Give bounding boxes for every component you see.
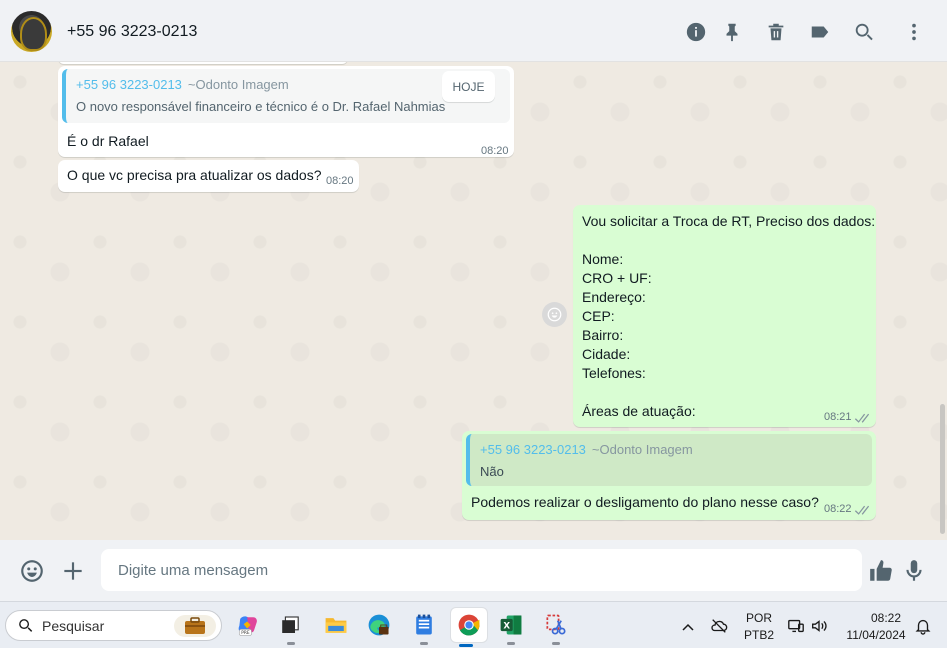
svg-text:PRE: PRE <box>241 630 250 636</box>
edge-icon[interactable] <box>364 610 394 640</box>
taskbar-search-text: Pesquisar <box>42 618 105 634</box>
svg-text:X: X <box>503 621 510 631</box>
running-indicator <box>459 644 473 647</box>
running-indicator <box>420 642 428 645</box>
message-bubble-partial <box>58 62 348 64</box>
message-line <box>582 383 875 402</box>
clock-time[interactable]: 08:22 <box>871 611 901 625</box>
menu-icon[interactable] <box>902 20 926 44</box>
chat-header: +55 96 3223-0213 <box>0 0 947 62</box>
message-text-multiline: Vou solicitar a Troca de RT, Preciso dos… <box>582 212 875 421</box>
date-separator: HOJE <box>442 71 495 102</box>
chrome-icon[interactable] <box>451 608 487 647</box>
running-indicator <box>287 642 295 645</box>
volume-icon[interactable] <box>810 617 828 635</box>
message-line: Vou solicitar a Troca de RT, Preciso dos… <box>582 213 876 229</box>
quoted-message[interactable]: +55 96 3223-0213 ~Odonto Imagem Não <box>466 434 872 486</box>
quoted-author-alias: ~Odonto Imagem <box>591 442 693 457</box>
message-composer <box>0 540 947 601</box>
message-line: Bairro: <box>582 327 624 343</box>
message-line: Cidade: <box>582 346 631 362</box>
emoji-icon[interactable] <box>18 557 46 585</box>
message-bubble-incoming[interactable]: O que vc precisa pra atualizar os dados?… <box>58 160 359 192</box>
language-indicator-bottom[interactable]: PTB2 <box>743 628 775 642</box>
message-input[interactable] <box>101 549 862 591</box>
notepad-icon[interactable] <box>409 610 439 645</box>
notification-bell-icon[interactable] <box>914 617 932 635</box>
microphone-icon[interactable] <box>900 557 928 585</box>
quoted-author: +55 96 3223-0213 ~Odonto Imagem <box>76 77 289 92</box>
message-time: 08:20 <box>326 175 354 187</box>
thumbs-up-icon[interactable] <box>867 557 895 585</box>
quoted-author-alias: ~Odonto Imagem <box>187 77 289 92</box>
network-icon[interactable] <box>787 617 805 635</box>
attach-plus-icon[interactable] <box>59 557 87 585</box>
message-time: 08:20 <box>481 145 509 157</box>
quoted-author: +55 96 3223-0213 ~Odonto Imagem <box>480 442 693 457</box>
copilot-icon[interactable]: PRE <box>233 610 263 640</box>
message-line: CRO + UF: <box>582 270 652 286</box>
chat-scrollbar[interactable] <box>940 404 945 534</box>
running-indicator <box>507 642 515 645</box>
message-text: Podemos realizar o desligamento do plano… <box>471 494 819 510</box>
snipping-tool-icon[interactable] <box>541 610 571 645</box>
search-icon <box>17 617 34 634</box>
windows-taskbar: Pesquisar PRE X POR PTB2 08:22 11/04/202… <box>0 601 947 648</box>
task-view-icon[interactable] <box>276 610 306 645</box>
file-explorer-icon[interactable] <box>321 610 351 640</box>
chat-area[interactable]: +55 96 3223-0213 ~Odonto Imagem O novo re… <box>0 62 947 540</box>
label-icon[interactable] <box>808 20 832 44</box>
quoted-author-number: +55 96 3223-0213 <box>480 442 586 457</box>
contact-avatar[interactable] <box>11 11 52 52</box>
message-line: Telefones: <box>582 365 646 381</box>
language-indicator-top[interactable]: POR <box>744 611 774 625</box>
chevron-up-icon[interactable] <box>679 619 697 637</box>
search-icon[interactable] <box>852 20 876 44</box>
taskbar-search[interactable]: Pesquisar <box>5 610 222 641</box>
message-line: Nome: <box>582 251 624 267</box>
quoted-text: Não <box>480 464 504 479</box>
delete-icon[interactable] <box>764 20 788 44</box>
react-emoji-icon[interactable] <box>542 302 567 327</box>
double-check-icon <box>853 503 870 515</box>
excel-icon[interactable]: X <box>496 610 526 645</box>
message-time: 08:22 <box>824 503 852 515</box>
info-icon[interactable] <box>684 20 708 44</box>
contact-name[interactable]: +55 96 3223-0213 <box>67 23 197 41</box>
message-text: O que vc precisa pra atualizar os dados? <box>67 167 322 183</box>
cloud-offline-icon[interactable] <box>710 617 728 635</box>
pin-icon[interactable] <box>720 20 744 44</box>
running-indicator <box>552 642 560 645</box>
message-bubble-outgoing[interactable]: +55 96 3223-0213 ~Odonto Imagem Não Podem… <box>462 431 876 520</box>
message-line: CEP: <box>582 308 615 324</box>
message-line: Endereço: <box>582 289 646 305</box>
message-line: Áreas de atuação: <box>582 403 696 419</box>
message-text: É o dr Rafael <box>67 133 149 149</box>
quoted-text: O novo responsável financeiro e técnico … <box>76 99 446 114</box>
clock-date[interactable]: 11/04/2024 <box>843 628 909 642</box>
quoted-author-number: +55 96 3223-0213 <box>76 77 182 92</box>
briefcase-icon <box>174 615 216 637</box>
message-line <box>582 231 875 250</box>
